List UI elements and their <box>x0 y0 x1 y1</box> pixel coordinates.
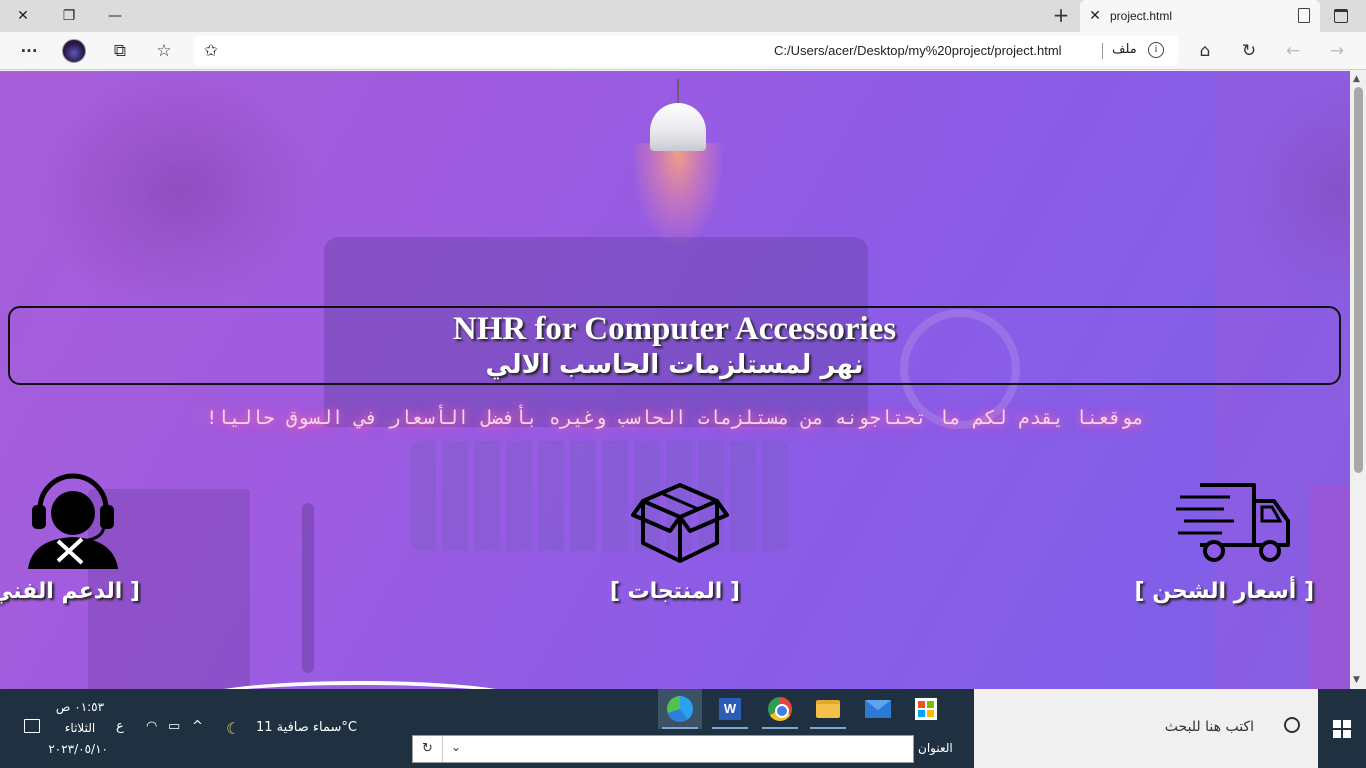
taskbar-store[interactable] <box>904 689 948 729</box>
ellipsis-icon: ··· <box>20 42 38 60</box>
language-indicator[interactable]: ع <box>116 719 124 734</box>
feature-shipping[interactable]: [ أسعار الشحن ] <box>1135 465 1314 604</box>
weather-text[interactable]: سماء صافية 11°C <box>256 720 357 735</box>
windows-icon <box>1333 719 1351 738</box>
settings-menu-button[interactable]: ··· <box>14 37 44 65</box>
scrollbar-thumb[interactable] <box>1354 87 1363 473</box>
clock-day: الثلاثاء <box>64 721 96 735</box>
restore-window-button[interactable]: ❐ <box>46 0 92 32</box>
back-button[interactable]: ← <box>1278 37 1308 65</box>
page-icon <box>1298 8 1310 23</box>
taskbar-chrome[interactable] <box>758 689 802 729</box>
search-placeholder: اكتب هنا للبحث <box>1164 719 1254 735</box>
edge-icon <box>667 696 693 722</box>
refresh-button[interactable]: ↻ <box>1234 37 1264 65</box>
mail-icon <box>865 700 891 718</box>
close-window-button[interactable]: ✕ <box>0 0 46 32</box>
clock-time: ٠١:٥٣ ص <box>55 700 105 714</box>
minimize-window-button[interactable]: — <box>92 0 138 32</box>
taskbar-address-field[interactable]: ↻ ⌄ <box>412 735 914 763</box>
new-tab-button[interactable]: + <box>1048 4 1074 28</box>
add-favorite-icon[interactable]: ✩ <box>196 37 226 65</box>
feature-support[interactable]: [ الدعم الفني ] <box>0 465 140 604</box>
title-box: NHR for Computer Accessories نهر لمستلزم… <box>8 306 1341 385</box>
page-title-ar: نهر لمستلزمات الحاسب الالي <box>485 350 864 380</box>
collections-button[interactable]: ⧉ <box>105 37 135 65</box>
moon-icon[interactable]: ☾ <box>226 719 240 738</box>
background-plant <box>40 71 320 311</box>
taskbar-edge[interactable] <box>658 689 702 729</box>
info-icon[interactable]: i <box>1148 42 1164 58</box>
address-bar[interactable]: ✩ C:/Users/acer/Desktop/my%20project/pro… <box>194 36 1178 66</box>
tab-project[interactable]: ✕ project.html <box>1080 0 1320 32</box>
support-agent-icon <box>28 473 118 569</box>
start-button[interactable] <box>1318 689 1366 768</box>
lamp-image <box>634 79 722 249</box>
minimize-icon: — <box>108 8 122 24</box>
lamp-shade <box>650 103 706 151</box>
tab-title: project.html <box>1110 9 1173 23</box>
tagline: موقعنا يقدم لكم ما تحتاجونه من مستلزمات … <box>206 407 1144 429</box>
page-title-en: NHR for Computer Accessories <box>452 311 897 347</box>
tab-actions-icon <box>1334 9 1348 23</box>
search-icon <box>1284 717 1300 733</box>
lamp-glow <box>634 143 722 243</box>
taskbar-search[interactable]: اكتب هنا للبحث <box>974 689 1318 768</box>
clock[interactable]: ٠١:٥٣ ص الثلاثاء ٢٠٢٣/٠٥/١٠ <box>48 697 108 760</box>
background-pen <box>302 503 314 673</box>
close-icon: ✕ <box>17 8 29 24</box>
taskbar-mail[interactable] <box>856 689 900 729</box>
home-icon: ⌂ <box>1199 41 1211 61</box>
favorites-list-icon: ☆ <box>156 41 172 61</box>
file-label: ملف <box>1112 42 1137 57</box>
taskbar-word[interactable]: W <box>708 689 752 729</box>
arrow-left-icon: ← <box>1285 41 1301 61</box>
taskbar-explorer[interactable] <box>806 689 850 729</box>
battery-icon[interactable]: ▭ <box>168 719 180 734</box>
feature-support-label[interactable]: [ الدعم الفني ] <box>0 579 140 604</box>
collections-icon: ⧉ <box>113 41 127 61</box>
background-panel <box>1310 485 1350 689</box>
favorites-button[interactable]: ☆ <box>149 37 179 65</box>
store-icon <box>915 698 937 720</box>
tab-strip: ✕ ❐ — + ✕ project.html <box>0 0 1366 32</box>
forward-button[interactable]: → <box>1322 37 1352 65</box>
box-icon <box>631 483 729 563</box>
home-button[interactable]: ⌂ <box>1190 37 1220 65</box>
arrow-right-icon: → <box>1329 41 1345 61</box>
restore-icon: ❐ <box>62 8 76 24</box>
tab-close-icon[interactable]: ✕ <box>1080 8 1110 24</box>
refresh-icon[interactable]: ↻ <box>413 736 443 762</box>
address-separator <box>1102 43 1103 59</box>
chrome-icon <box>768 697 792 721</box>
delivery-truck-icon <box>1176 483 1290 562</box>
taskbar-address-label: العنوان <box>918 741 953 755</box>
url-text[interactable]: C:/Users/acer/Desktop/my%20project/proje… <box>774 43 1062 58</box>
scroll-up-icon[interactable]: ▲ <box>1353 74 1360 84</box>
word-icon: W <box>719 698 741 720</box>
feature-products-label[interactable]: [ المنتجات ] <box>610 579 740 604</box>
wifi-icon[interactable]: ◠ <box>146 719 157 734</box>
lamp-cord <box>677 79 679 105</box>
browser-toolbar: ··· ⧉ ☆ ✩ C:/Users/acer/Desktop/my%20pro… <box>0 32 1366 70</box>
clock-date: ٢٠٢٣/٠٥/١٠ <box>48 742 108 756</box>
chevron-up-icon[interactable]: ^ <box>192 719 203 734</box>
feature-products[interactable]: [ المنتجات ] <box>610 465 740 604</box>
profile-avatar[interactable] <box>62 39 86 63</box>
notifications-icon[interactable] <box>24 719 40 733</box>
refresh-icon: ↻ <box>1241 41 1257 61</box>
tab-actions-button[interactable] <box>1326 6 1356 26</box>
chevron-down-icon[interactable]: ⌄ <box>451 740 461 754</box>
web-page: NHR for Computer Accessories نهر لمستلزم… <box>0 71 1350 689</box>
feature-shipping-label[interactable]: [ أسعار الشحن ] <box>1135 579 1314 604</box>
folder-icon <box>816 700 840 718</box>
scroll-down-icon[interactable]: ▼ <box>1353 675 1360 685</box>
page-scrollbar[interactable]: ▲ ▼ <box>1350 71 1366 689</box>
taskbar: ٠١:٥٣ ص الثلاثاء ٢٠٢٣/٠٥/١٠ ع ◠ ▭ ^ ☾ سم… <box>0 689 1366 768</box>
